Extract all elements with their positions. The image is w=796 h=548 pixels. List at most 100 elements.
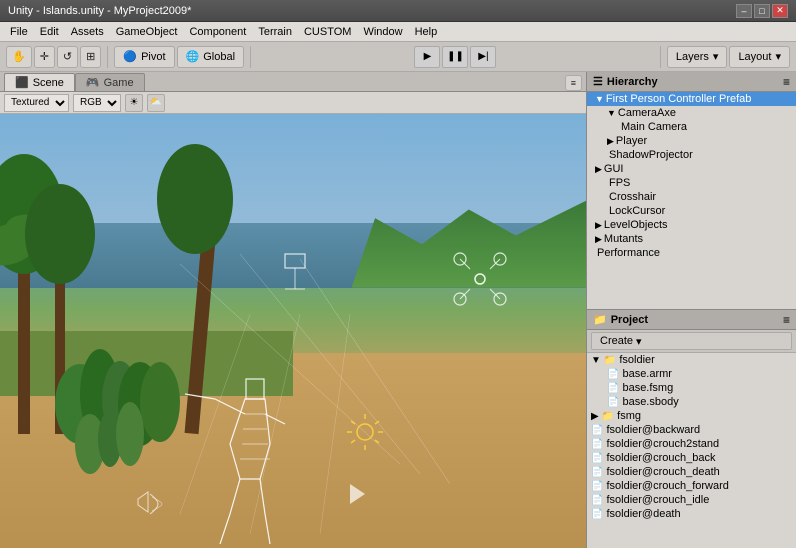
hier-item-crosshair[interactable]: Crosshair [587,190,796,204]
project-panel: 📁 Project ≡ Create ▾ ▼ 📁 fsoldier 📄 [587,310,796,548]
expand-levelobjects-icon: ▶ [595,220,602,231]
hier-crosshair-label: Crosshair [609,191,656,203]
main-content: ⬛ Scene 🎮 Game ≡ Textured RGB ☀ ⛅ [0,72,796,548]
menu-edit[interactable]: Edit [34,24,65,40]
right-panel: ☰ Hierarchy ≡ ▼ First Person Controller … [586,72,796,548]
scene-toolbar: Textured RGB ☀ ⛅ [0,92,586,114]
scene-tab-icon: ⬛ [15,76,29,89]
hier-item-player[interactable]: ▶ Player [587,134,796,148]
hier-mutants-label: Mutants [604,233,643,245]
project-base-fsmg-label: base.fsmg [622,382,673,394]
project-item-base-fsmg[interactable]: 📄 base.fsmg [587,381,796,395]
hier-shadow-label: ShadowProjector [609,149,693,161]
hierarchy-header: ☰ Hierarchy ≡ [587,72,796,92]
tab-scene[interactable]: ⬛ Scene [4,73,75,91]
scene-view[interactable] [0,114,586,548]
layers-label: Layers [676,51,709,63]
file-base-sbody-icon: 📄 [607,397,619,408]
project-crouch2stand-label: fsoldier@crouch2stand [606,438,719,450]
hier-fpc-label: First Person Controller Prefab [606,93,752,105]
project-item-crouch-forward[interactable]: 📄 fsoldier@crouch_forward [587,479,796,493]
hier-item-shadowprojector[interactable]: ShadowProjector [587,148,796,162]
menu-component[interactable]: Component [183,24,252,40]
menu-help[interactable]: Help [409,24,444,40]
create-toolbar: Create ▾ [587,330,796,353]
pivot-dropdown[interactable]: 🔵 Pivot [114,46,174,68]
file-crouch-back-icon: 📄 [591,453,603,464]
project-item-crouch2stand[interactable]: 📄 fsoldier@crouch2stand [587,437,796,451]
hier-item-maincamera[interactable]: Main Camera [587,120,796,134]
hier-item-mutants[interactable]: ▶ Mutants [587,232,796,246]
view-mode-select[interactable]: Textured [4,94,69,112]
color-mode-select[interactable]: RGB [73,94,121,112]
menu-custom[interactable]: CUSTOM [298,24,357,40]
project-item-crouch-back[interactable]: 📄 fsoldier@crouch_back [587,451,796,465]
hier-fps-label: FPS [609,177,630,189]
game-tab-icon: 🎮 [86,76,100,89]
menu-terrain[interactable]: Terrain [252,24,298,40]
hierarchy-menu-icon[interactable]: ≡ [783,75,790,89]
editor-tab-bar: ⬛ Scene 🎮 Game ≡ [0,72,586,92]
project-crouch-death-label: fsoldier@crouch_death [606,466,719,478]
project-title: Project [611,314,648,326]
scene-tab-label: Scene [33,77,64,89]
project-menu-icon[interactable]: ≡ [783,313,790,327]
project-item-death[interactable]: 📄 fsoldier@death [587,507,796,521]
menu-gameobject[interactable]: GameObject [110,24,184,40]
hier-cameraaxe-label: CameraAxe [618,107,676,119]
pause-button[interactable]: ❚❚ [442,46,468,68]
file-crouch-idle-icon: 📄 [591,495,603,506]
menu-bar: File Edit Assets GameObject Component Te… [0,22,796,42]
maximize-button[interactable]: □ [754,4,770,18]
sep-3 [660,46,661,68]
menu-file[interactable]: File [4,24,34,40]
transform-tools: ✋ ✛ ↺ ⊞ [6,46,101,68]
hier-maincamera-label: Main Camera [621,121,687,133]
expand-gui-icon: ▶ [595,164,602,175]
menu-assets[interactable]: Assets [65,24,110,40]
menu-window[interactable]: Window [357,24,408,40]
project-item-base-armr[interactable]: 📄 base.armr [587,367,796,381]
file-base-fsmg-icon: 📄 [607,383,619,394]
pivot-label: Pivot [141,51,165,63]
project-icon: 📁 [593,313,607,326]
project-death-label: fsoldier@death [606,508,680,520]
hand-tool-button[interactable]: ✋ [6,46,32,68]
tab-game[interactable]: 🎮 Game [75,73,145,91]
layout-dropdown[interactable]: Layout ▾ [729,46,790,68]
minimize-button[interactable]: – [736,4,752,18]
step-button[interactable]: ▶| [470,46,496,68]
sep-2 [250,46,251,68]
project-fsmg-label: fsmg [617,410,641,422]
project-item-fsoldier[interactable]: ▼ 📁 fsoldier [587,353,796,367]
hier-item-fpc[interactable]: ▼ First Person Controller Prefab [587,92,796,106]
folder-fsmg-icon: 📁 [602,411,614,422]
hier-item-performance[interactable]: Performance [587,246,796,260]
game-tab-label: Game [104,77,134,89]
sep-1 [107,46,108,68]
skybox-toggle[interactable]: ⛅ [147,94,165,112]
hier-item-fps[interactable]: FPS [587,176,796,190]
project-item-fsmg[interactable]: ▶ 📁 fsmg [587,409,796,423]
project-fsoldier-label: fsoldier [619,354,654,366]
hier-item-gui[interactable]: ▶ GUI [587,162,796,176]
play-button[interactable]: ▶ [414,46,440,68]
scale-tool-button[interactable]: ⊞ [80,46,101,68]
create-button[interactable]: Create ▾ [591,332,792,350]
file-crouch-death-icon: 📄 [591,467,603,478]
lighting-toggle[interactable]: ☀ [125,94,143,112]
project-item-crouch-idle[interactable]: 📄 fsoldier@crouch_idle [587,493,796,507]
layers-dropdown[interactable]: Layers ▾ [667,46,728,68]
move-tool-button[interactable]: ✛ [34,46,55,68]
project-item-backward[interactable]: 📄 fsoldier@backward [587,423,796,437]
panel-menu-scene[interactable]: ≡ [565,75,582,91]
rotate-tool-button[interactable]: ↺ [57,46,78,68]
close-button[interactable]: ✕ [772,4,788,18]
hier-item-levelobjects[interactable]: ▶ LevelObjects [587,218,796,232]
left-panel: ⬛ Scene 🎮 Game ≡ Textured RGB ☀ ⛅ [0,72,586,548]
project-item-crouch-death[interactable]: 📄 fsoldier@crouch_death [587,465,796,479]
project-item-base-sbody[interactable]: 📄 base.sbody [587,395,796,409]
hier-item-cameraaxe[interactable]: ▼ CameraAxe [587,106,796,120]
hier-item-lockcursor[interactable]: LockCursor [587,204,796,218]
global-dropdown[interactable]: 🌐 Global [177,46,245,68]
